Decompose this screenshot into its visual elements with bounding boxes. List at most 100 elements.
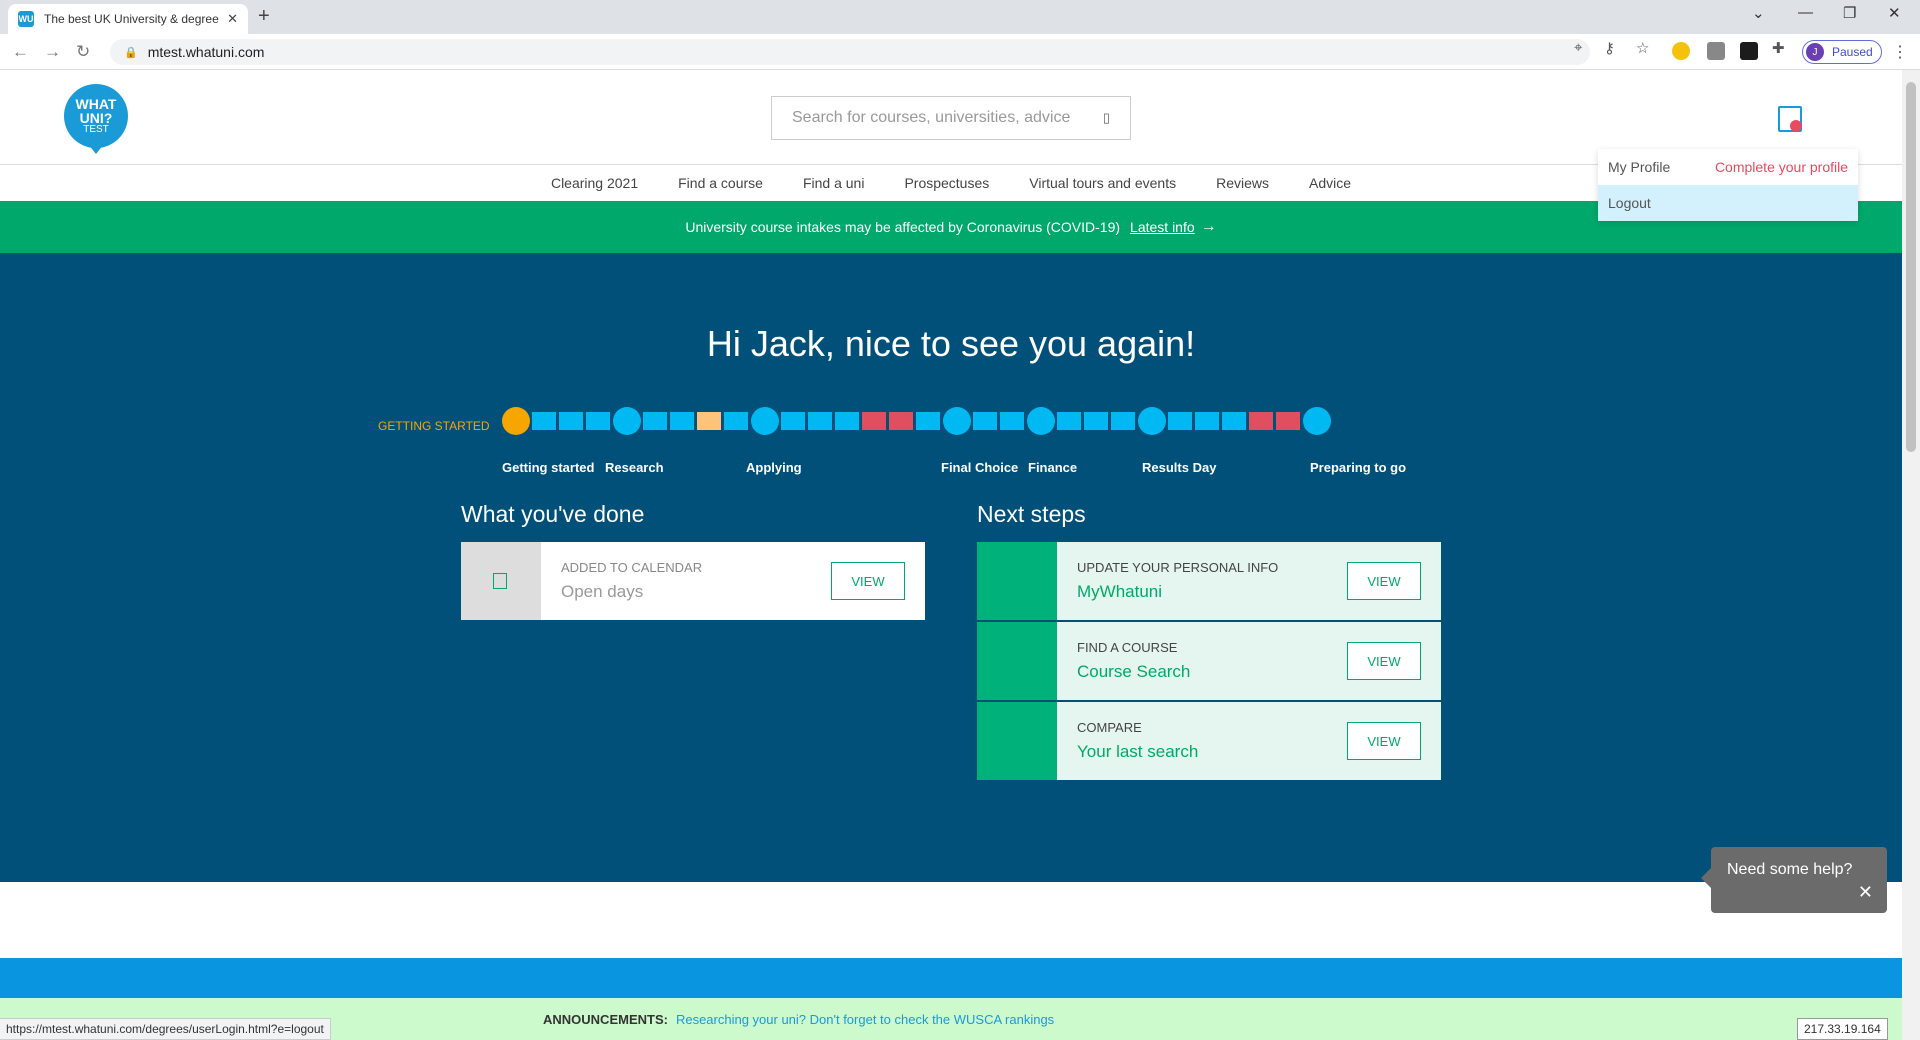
search-placeholder: Search for courses, universities, advice <box>792 109 1071 126</box>
view-button[interactable]: VIEW <box>1347 642 1421 680</box>
view-button[interactable]: VIEW <box>831 562 905 600</box>
card-side <box>977 622 1057 700</box>
progress-milestone[interactable] <box>751 407 779 435</box>
progress-milestone[interactable] <box>943 407 971 435</box>
progress-milestone[interactable] <box>502 407 530 435</box>
menu-icon[interactable]: ⋮ <box>1892 42 1908 62</box>
covid-text: University course intakes may be affecte… <box>685 219 1121 235</box>
progress-step[interactable] <box>586 412 610 430</box>
location-icon[interactable]: ⌖ <box>1574 39 1582 56</box>
progress-step[interactable] <box>532 412 556 430</box>
extension-icon[interactable] <box>1672 42 1690 60</box>
calendar-icon <box>493 573 507 589</box>
progress-milestone[interactable] <box>1138 407 1166 435</box>
close-tab-icon[interactable]: ✕ <box>227 11 238 27</box>
nav-advice[interactable]: Advice <box>1309 175 1351 191</box>
progress-step[interactable] <box>1222 412 1246 430</box>
progress-step[interactable] <box>1111 412 1135 430</box>
progress-step[interactable] <box>1195 412 1219 430</box>
progress-step[interactable] <box>862 412 886 430</box>
progress-step[interactable] <box>916 412 940 430</box>
close-icon[interactable]: ✕ <box>1858 882 1873 903</box>
user-dropdown: My Profile Complete your profile Logout <box>1598 149 1858 221</box>
search-icon[interactable]: ▯ <box>1103 110 1110 126</box>
progress-step[interactable] <box>1168 412 1192 430</box>
scrollbar-thumb[interactable] <box>1906 82 1916 452</box>
address-bar[interactable]: 🔒 mtest.whatuni.com <box>110 39 1590 65</box>
whatuni-logo[interactable]: WHAT UNI? TEST <box>64 84 128 148</box>
stage-research[interactable]: Research <box>605 460 664 475</box>
progress-step[interactable] <box>889 412 913 430</box>
search-input[interactable]: Search for courses, universities, advice… <box>771 96 1131 140</box>
progress-step[interactable] <box>670 412 694 430</box>
browser-toolbar: ← → ↻ 🔒 mtest.whatuni.com ⌖ ⚷ ☆ ✚ J Paus… <box>0 34 1920 70</box>
card-side <box>977 702 1057 780</box>
tab-search-icon[interactable]: ⌄ <box>1752 4 1765 22</box>
back-icon[interactable]: ← <box>12 42 29 62</box>
card-title: Open days <box>561 582 644 601</box>
announcement-label: ANNOUNCEMENTS: <box>543 1011 668 1027</box>
arrow-right-icon: → <box>1200 218 1217 235</box>
progress-milestone[interactable] <box>613 407 641 435</box>
star-icon[interactable]: ☆ <box>1636 39 1649 57</box>
card-category: COMPARE <box>1077 720 1142 735</box>
help-tail <box>1701 868 1711 888</box>
progress-milestone[interactable] <box>1027 407 1055 435</box>
stage-results-day[interactable]: Results Day <box>1142 460 1216 475</box>
extension-icon[interactable] <box>1740 42 1758 60</box>
card-title[interactable]: Course Search <box>1077 662 1190 682</box>
progress-step[interactable] <box>1000 412 1024 430</box>
minimize-icon[interactable]: — <box>1798 4 1813 21</box>
favicon-icon: WU <box>18 11 34 27</box>
forward-icon[interactable]: → <box>44 42 61 62</box>
nav-prospectuses[interactable]: Prospectuses <box>904 175 989 191</box>
puzzle-icon[interactable]: ✚ <box>1772 39 1785 57</box>
url-text: mtest.whatuni.com <box>147 44 265 60</box>
announcement-link[interactable]: Researching your uni? Don't forget to ch… <box>676 1012 1054 1027</box>
card-side <box>461 542 541 620</box>
progress-milestone[interactable] <box>1303 407 1331 435</box>
latest-info-link[interactable]: Latest info <box>1130 219 1195 235</box>
progress-step[interactable] <box>835 412 859 430</box>
stage-preparing[interactable]: Preparing to go <box>1310 460 1406 475</box>
view-button[interactable]: VIEW <box>1347 722 1421 760</box>
nav-reviews[interactable]: Reviews <box>1216 175 1269 191</box>
next-title: Next steps <box>977 501 1086 527</box>
close-window-icon[interactable]: ✕ <box>1888 4 1901 22</box>
current-stage-label: GETTING STARTED <box>378 419 490 433</box>
progress-step[interactable] <box>1057 412 1081 430</box>
progress-step[interactable] <box>724 412 748 430</box>
progress-step[interactable] <box>1249 412 1273 430</box>
restore-icon[interactable]: ❐ <box>1843 4 1856 22</box>
help-widget[interactable]: Need some help? ✕ <box>1711 847 1887 913</box>
stage-final-choice[interactable]: Final Choice <box>941 460 1018 475</box>
progress-step[interactable] <box>973 412 997 430</box>
nav-clearing[interactable]: Clearing 2021 <box>551 175 638 191</box>
card-title[interactable]: Your last search <box>1077 742 1198 762</box>
stage-finance[interactable]: Finance <box>1028 460 1077 475</box>
progress-step[interactable] <box>697 412 721 430</box>
nav-find-uni[interactable]: Find a uni <box>803 175 864 191</box>
extension-icon[interactable] <box>1707 42 1725 60</box>
reload-icon[interactable]: ↻ <box>76 42 90 62</box>
browser-tab[interactable]: WU The best UK University & degree ✕ <box>8 4 248 34</box>
progress-step[interactable] <box>1276 412 1300 430</box>
view-button[interactable]: VIEW <box>1347 562 1421 600</box>
logout-link[interactable]: Logout <box>1598 185 1858 221</box>
stage-applying[interactable]: Applying <box>746 460 802 475</box>
progress-step[interactable] <box>1084 412 1108 430</box>
stage-getting-started[interactable]: Getting started <box>502 460 594 475</box>
card-category: ADDED TO CALENDAR <box>561 560 703 575</box>
progress-step[interactable] <box>559 412 583 430</box>
complete-profile-link[interactable]: Complete your profile <box>1715 159 1848 175</box>
progress-step[interactable] <box>643 412 667 430</box>
card-title[interactable]: MyWhatuni <box>1077 582 1162 602</box>
new-tab-icon[interactable]: + <box>258 5 270 28</box>
nav-virtual-tours[interactable]: Virtual tours and events <box>1029 175 1176 191</box>
progress-step[interactable] <box>781 412 805 430</box>
progress-step[interactable] <box>808 412 832 430</box>
nav-find-course[interactable]: Find a course <box>678 175 763 191</box>
profile-button[interactable]: J Paused <box>1802 40 1882 64</box>
my-profile-link[interactable]: My Profile <box>1608 159 1670 175</box>
key-icon[interactable]: ⚷ <box>1604 39 1615 57</box>
